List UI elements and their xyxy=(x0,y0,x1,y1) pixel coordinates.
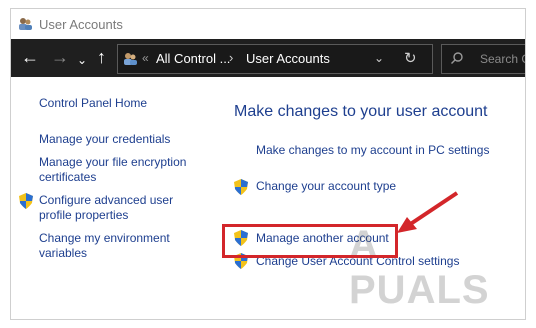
recent-locations-chevron-icon[interactable]: ⌄ xyxy=(77,51,87,69)
pointer-arrow-icon xyxy=(397,191,459,233)
window-title: User Accounts xyxy=(39,17,123,32)
sidebar-item-advanced-profile[interactable]: Configure advanced user profile properti… xyxy=(39,193,189,223)
search-placeholder: Search C xyxy=(480,52,526,66)
breadcrumb-all-control-panel[interactable]: All Control ... xyxy=(156,51,230,66)
sidebar-item-manage-credentials[interactable]: Manage your credentials xyxy=(39,132,170,147)
chevron-down-icon[interactable]: ⌄ xyxy=(374,51,384,65)
title-bar: User Accounts xyxy=(11,9,525,39)
sidebar-item-file-encryption[interactable]: Manage your file encryption certificates xyxy=(39,155,201,185)
control-panel-icon xyxy=(124,53,137,65)
link-pc-settings[interactable]: Make changes to my account in PC setting… xyxy=(256,143,489,158)
uac-shield-icon xyxy=(19,193,33,209)
navigation-bar: ← → ⌄ ↑ « All Control ... › User Account… xyxy=(11,39,525,77)
refresh-icon[interactable]: ↻ xyxy=(404,49,417,67)
sidebar-item-control-panel-home[interactable]: Control Panel Home xyxy=(39,96,147,111)
user-accounts-window: User Accounts ← → ⌄ ↑ « All Control ... … xyxy=(10,8,526,320)
address-bar[interactable]: « All Control ... › User Accounts ⌄ ↻ xyxy=(117,44,433,74)
back-arrow-icon[interactable]: ← xyxy=(21,48,39,66)
breadcrumb-user-accounts[interactable]: User Accounts xyxy=(246,51,330,66)
forward-arrow-icon[interactable]: → xyxy=(51,48,69,66)
uac-shield-icon xyxy=(234,179,248,195)
search-icon xyxy=(451,52,463,64)
sidebar-item-environment-variables[interactable]: Change my environment variables xyxy=(39,231,189,261)
search-box[interactable]: Search C xyxy=(441,44,526,74)
link-change-account-type[interactable]: Change your account type xyxy=(256,179,396,194)
highlight-box xyxy=(222,224,398,258)
overflow-chevrons[interactable]: « xyxy=(142,51,149,65)
breadcrumb-separator[interactable]: › xyxy=(229,50,233,65)
user-accounts-icon xyxy=(19,18,32,30)
up-arrow-icon[interactable]: ↑ xyxy=(97,48,106,66)
page-title: Make changes to your user account xyxy=(234,103,488,120)
